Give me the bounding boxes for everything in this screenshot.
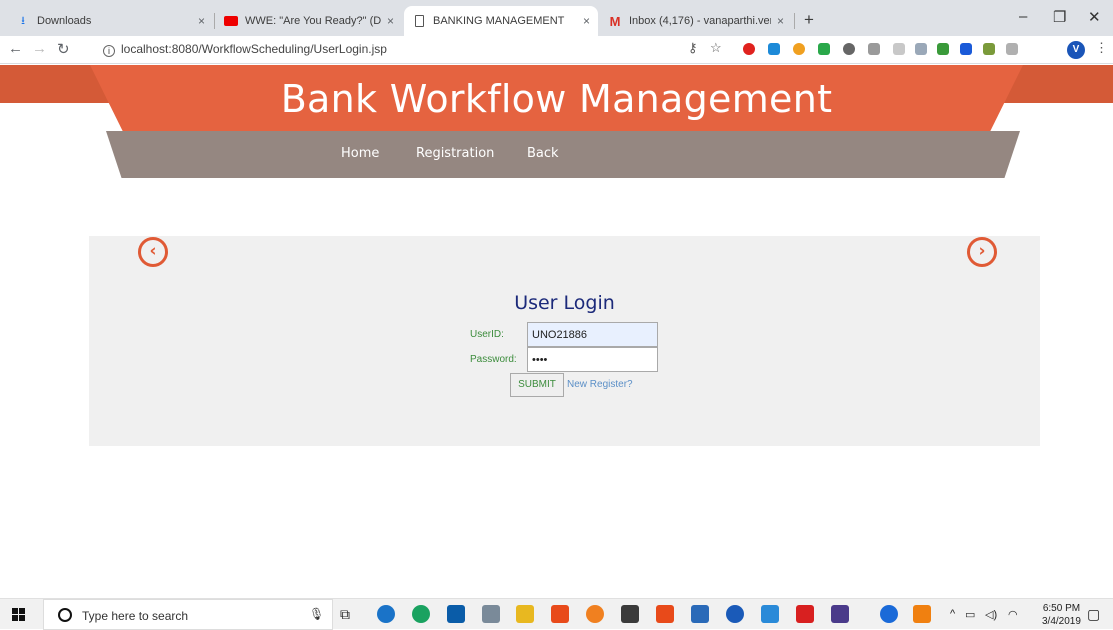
app-icon[interactable] <box>691 605 709 623</box>
windows-taskbar: Type here to search 🎙 ⧉ ^ ▭ ◁) ◠ 6:50 PM… <box>0 598 1113 630</box>
microphone-icon[interactable]: 🎙 <box>309 607 324 621</box>
new-register-link[interactable]: New Register? <box>567 379 633 390</box>
forward-arrow-icon[interactable]: → <box>32 40 47 57</box>
windows-start-icon[interactable] <box>12 608 25 621</box>
app-icon[interactable] <box>482 605 500 623</box>
file-explorer-icon[interactable] <box>516 605 534 623</box>
extension-icon[interactable] <box>793 43 805 55</box>
vlc-icon[interactable] <box>913 605 931 623</box>
task-view-icon[interactable]: ⧉ <box>340 606 350 623</box>
browser-tabstrip: ⭳ Downloads × WWE: "Are You Ready?" (D-G… <box>0 0 1113 36</box>
userid-input[interactable] <box>527 322 658 347</box>
tab-title: Inbox (4,176) - vanaparthi.venkat <box>629 15 771 27</box>
login-panel: ‹ › User Login UserID: Password: SUBMIT … <box>89 236 1040 446</box>
chevron-up-icon[interactable]: ^ <box>950 608 955 620</box>
chrome-icon[interactable] <box>412 605 430 623</box>
app-icon[interactable] <box>621 605 639 623</box>
store-icon[interactable] <box>447 605 465 623</box>
page-content: Bank Workflow Management Home Registrati… <box>0 65 1113 598</box>
key-icon[interactable]: ⚷ <box>688 40 698 56</box>
gmail-icon: M <box>609 13 621 29</box>
new-tab-button[interactable]: + <box>804 10 814 30</box>
tab-divider <box>214 13 215 29</box>
info-icon[interactable]: i <box>103 45 115 57</box>
tab-inbox[interactable]: M Inbox (4,176) - vanaparthi.venkat × <box>600 6 792 36</box>
extension-icon[interactable] <box>960 43 972 55</box>
taskbar-clock[interactable]: 6:50 PM 3/4/2019 <box>1042 602 1081 628</box>
app-icon[interactable] <box>880 605 898 623</box>
volume-icon[interactable]: ◁) <box>985 608 997 621</box>
submit-button[interactable]: SUBMIT <box>510 373 564 397</box>
clock-time: 6:50 PM <box>1042 603 1081 614</box>
cortana-icon <box>58 608 72 622</box>
star-icon[interactable]: ☆ <box>710 40 722 56</box>
tab-banking-management[interactable]: BANKING MANAGEMENT × <box>404 6 598 36</box>
restore-button[interactable]: ❐ <box>1053 8 1066 26</box>
reload-icon[interactable]: ↻ <box>57 40 70 58</box>
opera-extension-icon[interactable] <box>743 43 755 55</box>
app-icon[interactable] <box>726 605 744 623</box>
wifi-icon[interactable]: ◠ <box>1008 608 1018 621</box>
back-arrow-icon[interactable]: ← <box>8 40 23 57</box>
notifications-icon[interactable]: ▢ <box>1087 606 1100 623</box>
close-icon[interactable]: × <box>198 14 205 28</box>
battery-icon[interactable]: ▭ <box>965 608 975 621</box>
sublime-icon[interactable] <box>656 605 674 623</box>
youtube-icon <box>224 14 238 28</box>
search-placeholder: Type here to search <box>82 609 189 623</box>
chevron-right-icon[interactable]: › <box>967 237 997 267</box>
clock-date: 3/4/2019 <box>1042 616 1081 627</box>
extension-icon[interactable] <box>843 43 855 55</box>
taskbar-search[interactable]: Type here to search 🎙 <box>43 599 333 630</box>
tab-divider <box>794 13 795 29</box>
userid-label: UserID: <box>470 329 504 340</box>
url-text: localhost:8080/WorkflowScheduling/UserLo… <box>121 42 387 56</box>
close-icon[interactable]: × <box>387 14 394 28</box>
menu-icon[interactable]: ⋮ <box>1095 40 1108 56</box>
extension-icon[interactable] <box>915 43 927 55</box>
site-title: Bank Workflow Management <box>280 77 833 121</box>
nav-registration[interactable]: Registration <box>416 146 494 161</box>
tab-title: Downloads <box>37 15 92 27</box>
window-close-button[interactable]: ✕ <box>1088 8 1101 26</box>
extension-icon[interactable] <box>768 43 780 55</box>
minimize-button[interactable]: – <box>1019 8 1027 25</box>
page-icon <box>412 14 426 28</box>
download-icon: ⭳ <box>21 14 25 27</box>
login-title: User Login <box>514 292 615 314</box>
app-icon[interactable] <box>551 605 569 623</box>
nav-home[interactable]: Home <box>341 146 379 161</box>
chevron-left-icon[interactable]: ‹ <box>138 237 168 267</box>
password-label: Password: <box>470 354 517 365</box>
tab-downloads[interactable]: ⭳ Downloads × <box>8 6 213 36</box>
tab-title: BANKING MANAGEMENT <box>433 15 565 27</box>
acrobat-icon[interactable] <box>796 605 814 623</box>
password-input[interactable] <box>527 347 658 372</box>
extension-icon[interactable] <box>893 43 905 55</box>
tab-title: WWE: "Are You Ready?" (D-Gene <box>245 15 381 27</box>
nav-bar <box>106 131 1020 178</box>
tab-wwe[interactable]: WWE: "Are You Ready?" (D-Gene × <box>216 6 402 36</box>
address-bar[interactable]: i localhost:8080/WorkflowScheduling/UserL… <box>103 42 387 57</box>
app-icon[interactable] <box>761 605 779 623</box>
edge-icon[interactable] <box>377 605 395 623</box>
close-icon[interactable]: × <box>777 14 784 28</box>
close-icon[interactable]: × <box>583 14 590 28</box>
extension-icon[interactable] <box>983 43 995 55</box>
nav-back[interactable]: Back <box>527 146 559 161</box>
extension-icon[interactable] <box>937 43 949 55</box>
extension-icon[interactable] <box>1006 43 1018 55</box>
app-icon[interactable] <box>831 605 849 623</box>
extension-icon[interactable] <box>868 43 880 55</box>
firefox-icon[interactable] <box>586 605 604 623</box>
profile-avatar[interactable]: V <box>1067 41 1085 59</box>
extension-icon[interactable] <box>818 43 830 55</box>
browser-toolbar: ← → ↻ i localhost:8080/WorkflowScheduling… <box>0 36 1113 64</box>
